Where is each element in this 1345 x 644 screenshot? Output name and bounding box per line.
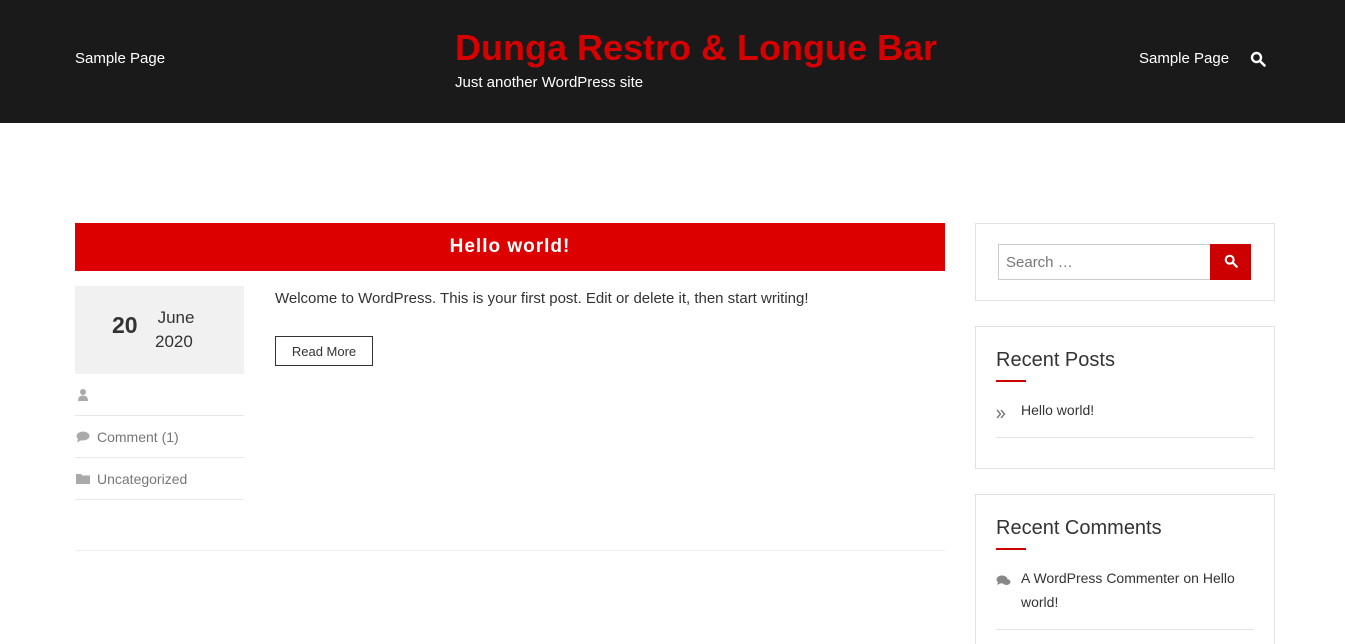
folder-icon (75, 472, 91, 486)
post-date: 20 June 2020 (75, 286, 244, 374)
meta-comments-link[interactable]: Comment (1) (97, 429, 179, 445)
meta-comments: Comment (1) (75, 416, 244, 458)
list-item: Hello world! (996, 401, 1254, 438)
user-icon (75, 388, 91, 402)
post-divider (75, 550, 945, 551)
search-submit-button[interactable] (1210, 244, 1251, 280)
site-branding: Dunga Restro & Longue Bar Just another W… (455, 27, 937, 91)
recent-comments-widget: Recent Comments A WordPress Commenter on… (975, 494, 1275, 644)
site-header: Sample Page Dunga Restro & Longue Bar Ju… (0, 0, 1345, 123)
date-month: June (157, 308, 195, 327)
post-title[interactable]: Hello world! (450, 236, 571, 258)
comment-author-link[interactable]: A WordPress Commenter (1021, 570, 1179, 586)
search-icon (1224, 254, 1238, 271)
recent-posts-widget: Recent Posts Hello world! (975, 326, 1275, 469)
search-input[interactable] (998, 244, 1211, 280)
meta-category: Uncategorized (75, 458, 244, 500)
search-widget (975, 223, 1275, 301)
recent-post-link[interactable]: Hello world! (1021, 398, 1094, 422)
recent-comments-title: Recent Comments (996, 517, 1162, 539)
post-excerpt: Welcome to WordPress. This is your first… (275, 290, 809, 307)
nav-sample-page-left[interactable]: Sample Page (75, 50, 165, 67)
title-underline (996, 548, 1026, 550)
site-title[interactable]: Dunga Restro & Longue Bar (455, 27, 937, 69)
nav-sample-page-right[interactable]: Sample Page (1139, 50, 1229, 67)
double-chevron-right-icon (996, 406, 1006, 424)
recent-posts-title: Recent Posts (996, 349, 1115, 371)
meta-author (75, 374, 244, 416)
list-item: A WordPress Commenter on Hello world! (996, 569, 1254, 630)
date-year: 2020 (155, 332, 193, 351)
comment-on-text: on (1183, 570, 1199, 586)
recent-comment-text: A WordPress Commenter on Hello world! (1021, 566, 1256, 614)
comment-icon (75, 430, 91, 444)
title-underline (996, 380, 1026, 382)
read-more-button[interactable]: Read More (275, 336, 373, 366)
comments-icon (996, 574, 1011, 592)
site-description: Just another WordPress site (455, 74, 644, 91)
post-title-bar: Hello world! (75, 223, 945, 271)
search-icon[interactable] (1250, 51, 1268, 69)
meta-category-link[interactable]: Uncategorized (97, 471, 187, 487)
date-day: 20 (112, 312, 138, 338)
